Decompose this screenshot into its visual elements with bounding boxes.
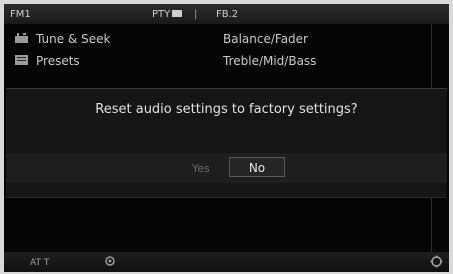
bottom-bar: AT T [4, 252, 449, 272]
infotainment-screen: FM1 PTY | FB.2 Tune & Seek Balance/Fader [4, 4, 449, 272]
status-indicator: PTY [152, 9, 183, 20]
menu-item-label[interactable]: Treble/Mid/Bass [223, 54, 316, 68]
bottom-left-label: AT T [30, 258, 50, 268]
band-label: FM1 [10, 9, 31, 20]
gear-icon[interactable] [104, 255, 116, 267]
menu-item-label[interactable]: Balance/Fader [223, 32, 308, 46]
menu-row-presets[interactable]: Presets Treble/Mid/Bass [4, 50, 432, 72]
dialog-message: Reset audio settings to factory settings… [95, 102, 358, 117]
menu-item-label[interactable]: Presets [36, 54, 80, 68]
settings-icon[interactable] [430, 255, 443, 268]
pty-label: PTY [152, 9, 171, 20]
preset-label: FB.2 [216, 9, 239, 20]
tag-icon [172, 10, 183, 17]
dialog-actions: Yes No [6, 153, 447, 183]
status-bar: FM1 PTY | FB.2 [4, 4, 449, 24]
menu-row-tune[interactable]: Tune & Seek Balance/Fader [4, 28, 432, 50]
menu-item-label[interactable]: Tune & Seek [36, 32, 110, 46]
presets-icon [14, 54, 30, 66]
yes-button[interactable]: Yes [192, 162, 210, 175]
confirm-dialog: Reset audio settings to factory settings… [6, 88, 447, 198]
tune-icon [14, 32, 30, 44]
divider: | [194, 9, 198, 20]
no-button[interactable]: No [229, 157, 285, 177]
